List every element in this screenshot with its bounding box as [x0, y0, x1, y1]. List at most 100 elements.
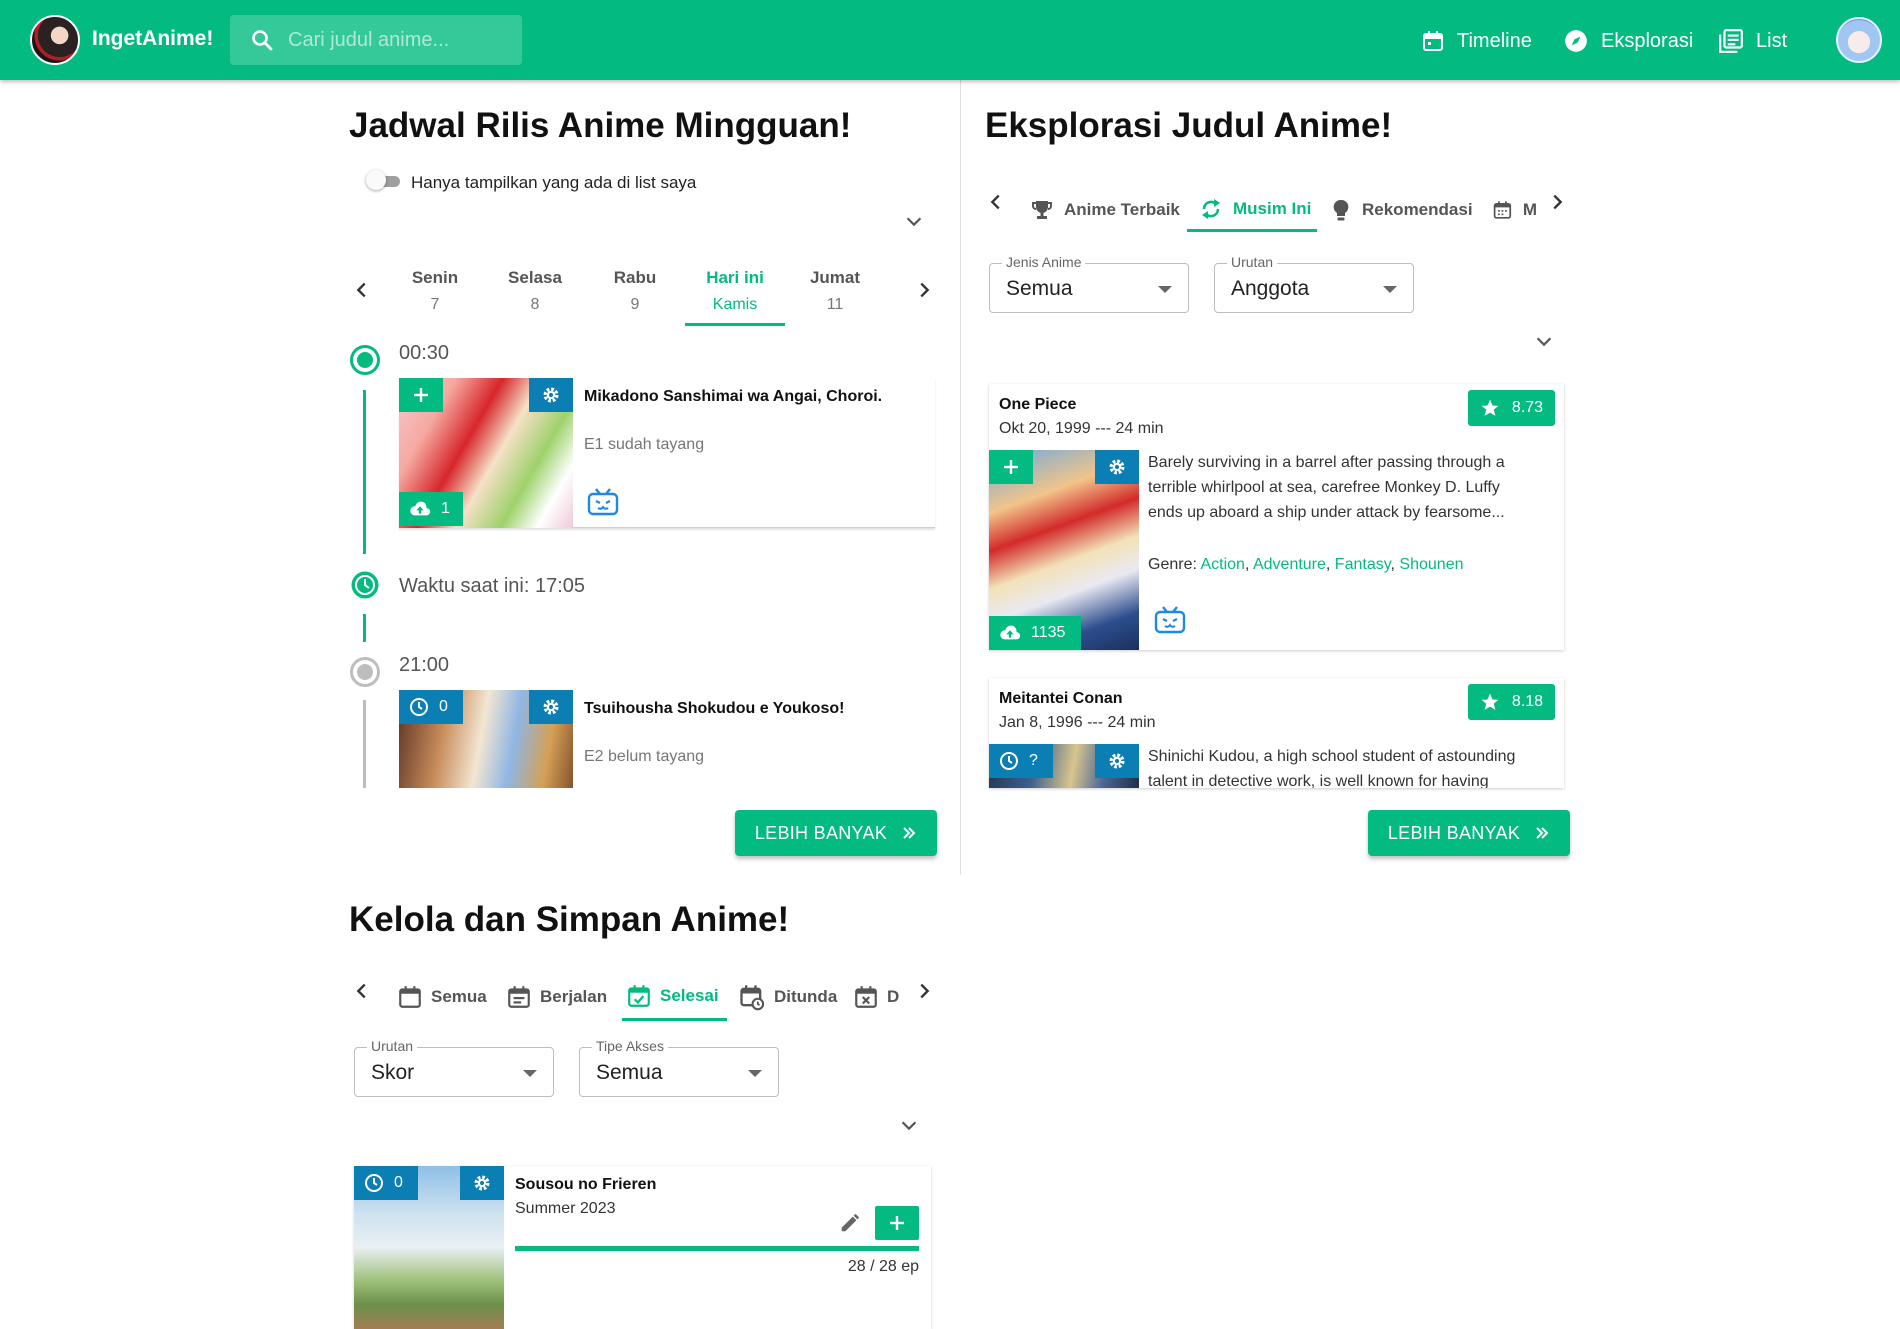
nav-list-label: List: [1756, 29, 1788, 52]
anime-title[interactable]: Sousou no Frieren: [515, 1176, 656, 1194]
day-tab-jumat[interactable]: Jumat 11: [785, 268, 885, 314]
tab-label: Selesai: [660, 985, 719, 1005]
settings-button[interactable]: [1095, 450, 1139, 484]
nav-eksplorasi[interactable]: Eksplorasi: [1563, 24, 1693, 58]
tab-anime-terbaik[interactable]: Anime Terbaik: [1030, 188, 1180, 232]
settings-button[interactable]: [460, 1166, 504, 1200]
tab-label: M: [1522, 200, 1537, 219]
day-date: 11: [826, 296, 844, 313]
clock-icon: [1000, 752, 1018, 770]
mylist-toggle[interactable]: [366, 170, 402, 190]
day-tab-hari-ini[interactable]: Hari ini Kamis: [685, 268, 785, 326]
genre-link[interactable]: Action: [1200, 556, 1244, 573]
clock-icon: [410, 698, 428, 716]
timeline-time: 21:00: [399, 654, 450, 676]
day-tab-selasa[interactable]: Selasa 8: [485, 268, 585, 314]
urutan-select[interactable]: Urutan Anggota: [1214, 254, 1414, 313]
explore-tabs-next-icon[interactable]: [1546, 191, 1568, 213]
calendar-blank-icon: [399, 986, 421, 1008]
tab-berjalan[interactable]: Berjalan: [506, 973, 607, 1021]
day-tab-rabu[interactable]: Rabu 9: [585, 268, 685, 314]
search-icon: [252, 30, 273, 51]
brand-name[interactable]: IngetAnime!: [92, 27, 213, 51]
episode-badge: 0: [354, 1166, 418, 1200]
explore-tabs-prev-icon[interactable]: [985, 191, 1007, 213]
cloud-upload-icon: [410, 501, 431, 516]
genre-link[interactable]: Fantasy: [1335, 556, 1391, 573]
settings-button[interactable]: [1095, 744, 1139, 778]
manage-tabs-next-icon[interactable]: [913, 980, 935, 1002]
progress-track: [515, 1246, 919, 1251]
bilibili-tv-icon[interactable]: [587, 488, 619, 516]
anime-meta: Jan 8, 1996 --- 24 min: [999, 714, 1156, 731]
nav-list[interactable]: List: [1718, 24, 1787, 58]
manage-expand-chevron-icon[interactable]: [898, 1114, 920, 1136]
toggle-thumb: [366, 170, 386, 190]
settings-button[interactable]: [529, 690, 573, 724]
bilibili-tv-icon[interactable]: [1154, 606, 1186, 634]
pencil-edit-icon[interactable]: [839, 1212, 861, 1234]
day-date: 7: [430, 296, 440, 313]
current-time-label: Waktu saat ini: 17:05: [399, 575, 586, 597]
add-to-list-button[interactable]: [989, 450, 1033, 484]
schedule-expand-chevron-icon[interactable]: [903, 210, 925, 232]
schedule-card[interactable]: 1 Mikadono Sanshimai wa Angai, Choroi. E…: [399, 378, 935, 528]
day-tab-senin[interactable]: Senin 7: [385, 268, 485, 314]
dropdown-caret-icon: [1158, 286, 1172, 293]
anime-title[interactable]: Tsuihousha Shokudou e Youkoso!: [584, 700, 844, 718]
anime-title[interactable]: Meitantei Conan: [999, 690, 1123, 708]
anime-title[interactable]: Mikadono Sanshimai wa Angai, Choroi.: [584, 388, 882, 406]
anime-card[interactable]: One Piece Okt 20, 1999 --- 24 min 8.73 1…: [989, 384, 1564, 650]
tab-semua[interactable]: Semua: [397, 973, 487, 1021]
jenis-anime-select[interactable]: Jenis Anime Semua: [989, 254, 1189, 313]
nav-timeline[interactable]: Timeline: [1421, 24, 1532, 58]
search-box[interactable]: [230, 15, 522, 65]
column-divider: [960, 80, 961, 875]
day-prev-chevron-icon[interactable]: [351, 279, 373, 301]
member-badge: 1135: [989, 616, 1081, 650]
anime-title[interactable]: One Piece: [999, 396, 1076, 414]
tab-musim-ini[interactable]: Musim Ini: [1187, 188, 1317, 232]
member-badge: ?: [989, 744, 1053, 778]
tab-dropped-clipped[interactable]: D: [853, 973, 900, 1021]
member-count: 1135: [1031, 624, 1066, 641]
tab-label: Musim Ini: [1233, 198, 1312, 218]
schedule-card[interactable]: 0 Tsuihousha Shokudou e Youkoso! E2 belu…: [399, 690, 935, 788]
tab-label: Rekomendasi: [1362, 200, 1473, 219]
tab-more-clipped[interactable]: M: [1492, 188, 1537, 232]
schedule-more-button[interactable]: LEBIH BANYAK: [735, 810, 937, 856]
search-input[interactable]: [288, 25, 508, 55]
episode-status: E1 sudah tayang: [584, 436, 705, 453]
genre-link[interactable]: Adventure: [1253, 556, 1326, 573]
more-button-label: LEBIH BANYAK: [754, 822, 888, 843]
tab-ditunda[interactable]: Ditunda: [738, 973, 837, 1021]
tab-rekomendasi[interactable]: Rekomendasi: [1330, 188, 1473, 232]
anime-card[interactable]: Meitantei Conan Jan 8, 1996 --- 24 min 8…: [989, 678, 1564, 788]
clock-icon: [365, 1174, 383, 1192]
calendar-check-icon: [628, 984, 650, 1007]
calendar-icon: [1423, 31, 1443, 51]
tab-selesai[interactable]: Selesai: [622, 973, 727, 1021]
explore-more-button[interactable]: LEBIH BANYAK: [1368, 810, 1570, 856]
tipe-akses-select[interactable]: Tipe Akses Semua: [579, 1038, 779, 1097]
increment-episode-button[interactable]: [875, 1206, 919, 1240]
tab-label: Anime Terbaik: [1064, 200, 1180, 219]
episode-count: 0: [394, 1174, 403, 1191]
more-button-label: LEBIH BANYAK: [1387, 822, 1521, 843]
app-logo[interactable]: [30, 15, 80, 65]
explore-expand-chevron-icon[interactable]: [1533, 330, 1555, 352]
select-label: Tipe Akses: [592, 1038, 668, 1054]
manage-urutan-select[interactable]: Urutan Skor: [354, 1038, 554, 1097]
schedule-title: Jadwal Rilis Anime Mingguan!: [349, 106, 852, 145]
day-next-chevron-icon[interactable]: [913, 279, 935, 301]
genre-link[interactable]: Shounen: [1399, 556, 1463, 573]
refresh-cycle-icon: [1202, 198, 1220, 219]
user-avatar[interactable]: [1836, 17, 1882, 63]
settings-button[interactable]: [529, 378, 573, 412]
calendar-text-icon: [508, 986, 530, 1008]
tab-label: Berjalan: [540, 987, 608, 1006]
manage-tabs-prev-icon[interactable]: [351, 980, 373, 1002]
add-to-list-button[interactable]: [399, 378, 443, 412]
episode-badge: 0: [399, 690, 463, 724]
list-item[interactable]: 0 Sousou no Frieren Summer 2023 28 / 28 …: [354, 1166, 931, 1329]
